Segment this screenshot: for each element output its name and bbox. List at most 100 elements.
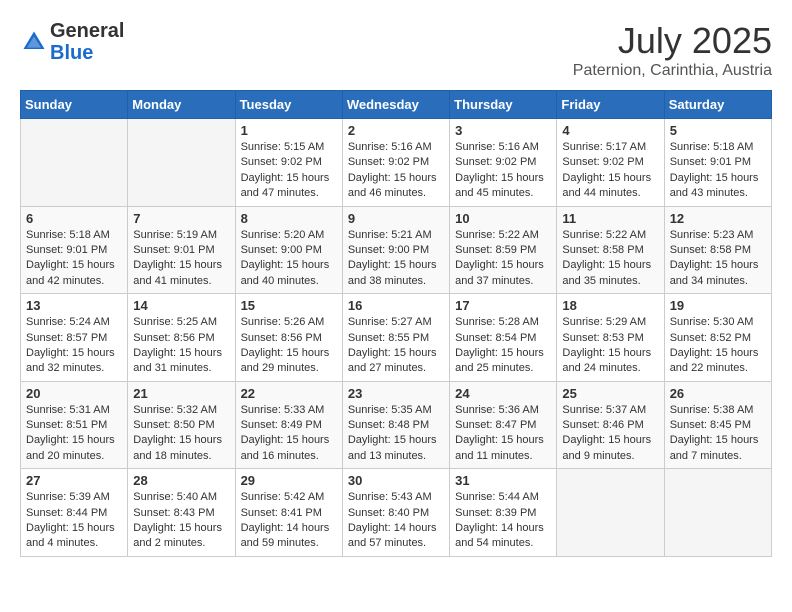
page-header: General Blue July 2025 Paternion, Carint… [20,20,772,80]
day-number: 18 [562,298,658,313]
table-row: 22 Sunrise: 5:33 AMSunset: 8:49 PMDayligh… [235,381,342,469]
table-row: 6 Sunrise: 5:18 AMSunset: 9:01 PMDaylight… [21,206,128,294]
calendar-week-row: 1 Sunrise: 5:15 AMSunset: 9:02 PMDaylight… [21,119,772,207]
day-detail: Sunrise: 5:33 AMSunset: 8:49 PMDaylight:… [241,403,337,465]
table-row: 11 Sunrise: 5:22 AMSunset: 8:58 PMDayligh… [557,206,664,294]
day-detail: Sunrise: 5:16 AMSunset: 9:02 PMDaylight:… [348,140,444,202]
day-number: 10 [455,211,551,226]
col-tuesday: Tuesday [235,91,342,119]
day-detail: Sunrise: 5:42 AMSunset: 8:41 PMDaylight:… [241,490,337,552]
day-detail: Sunrise: 5:15 AMSunset: 9:02 PMDaylight:… [241,140,337,202]
table-row: 2 Sunrise: 5:16 AMSunset: 9:02 PMDaylight… [342,119,449,207]
day-detail: Sunrise: 5:32 AMSunset: 8:50 PMDaylight:… [133,403,229,465]
table-row: 5Sunrise: 5:18 AMSunset: 9:01 PMDaylight… [664,119,771,207]
day-number: 1 [241,123,337,138]
table-row: 21 Sunrise: 5:32 AMSunset: 8:50 PMDayligh… [128,381,235,469]
day-number: 19 [670,298,766,313]
day-number: 29 [241,473,337,488]
table-row: 4Sunrise: 5:17 AMSunset: 9:02 PMDaylight… [557,119,664,207]
day-number: 5 [670,123,766,138]
day-number: 13 [26,298,122,313]
table-row: 19 Sunrise: 5:30 AMSunset: 8:52 PMDayligh… [664,294,771,382]
day-detail: Sunrise: 5:37 AMSunset: 8:46 PMDaylight:… [562,403,658,465]
table-row: 14Sunrise: 5:25 AMSunset: 8:56 PMDayligh… [128,294,235,382]
table-row: 17 Sunrise: 5:28 AMSunset: 8:54 PMDayligh… [450,294,557,382]
logo-icon [20,28,48,56]
table-row [128,119,235,207]
logo-general: General [50,20,124,42]
calendar-table: Sunday Monday Tuesday Wednesday Thursday… [20,90,772,557]
table-row: 10 Sunrise: 5:22 AMSunset: 8:59 PMDayligh… [450,206,557,294]
table-row: 25Sunrise: 5:37 AMSunset: 8:46 PMDayligh… [557,381,664,469]
calendar-week-row: 6 Sunrise: 5:18 AMSunset: 9:01 PMDaylight… [21,206,772,294]
day-number: 21 [133,386,229,401]
day-detail: Sunrise: 5:39 AMSunset: 8:44 PMDaylight:… [26,490,122,552]
day-detail: Sunrise: 5:22 AMSunset: 8:58 PMDaylight:… [562,228,658,290]
col-friday: Friday [557,91,664,119]
day-detail: Sunrise: 5:30 AMSunset: 8:52 PMDaylight:… [670,315,766,377]
logo-text: General Blue [50,20,124,64]
day-detail: Sunrise: 5:26 AMSunset: 8:56 PMDaylight:… [241,315,337,377]
table-row: 16Sunrise: 5:27 AMSunset: 8:55 PMDayligh… [342,294,449,382]
day-detail: Sunrise: 5:23 AMSunset: 8:58 PMDaylight:… [670,228,766,290]
col-wednesday: Wednesday [342,91,449,119]
col-sunday: Sunday [21,91,128,119]
logo-blue: Blue [50,42,124,64]
title-block: July 2025 Paternion, Carinthia, Austria [573,20,772,80]
day-detail: Sunrise: 5:18 AMSunset: 9:01 PMDaylight:… [26,228,122,290]
day-detail: Sunrise: 5:21 AMSunset: 9:00 PMDaylight:… [348,228,444,290]
table-row: 31Sunrise: 5:44 AMSunset: 8:39 PMDayligh… [450,469,557,557]
table-row: 20 Sunrise: 5:31 AMSunset: 8:51 PMDayligh… [21,381,128,469]
table-row: 18 Sunrise: 5:29 AMSunset: 8:53 PMDayligh… [557,294,664,382]
month-year: July 2025 [573,20,772,62]
table-row: 13 Sunrise: 5:24 AMSunset: 8:57 PMDayligh… [21,294,128,382]
location: Paternion, Carinthia, Austria [573,62,772,80]
day-number: 2 [348,123,444,138]
day-detail: Sunrise: 5:20 AMSunset: 9:00 PMDaylight:… [241,228,337,290]
day-detail: Sunrise: 5:43 AMSunset: 8:40 PMDaylight:… [348,490,444,552]
day-number: 26 [670,386,766,401]
day-detail: Sunrise: 5:24 AMSunset: 8:57 PMDaylight:… [26,315,122,377]
table-row: 3 Sunrise: 5:16 AMSunset: 9:02 PMDaylight… [450,119,557,207]
table-row [21,119,128,207]
day-number: 22 [241,386,337,401]
table-row: 23 Sunrise: 5:35 AMSunset: 8:48 PMDayligh… [342,381,449,469]
day-detail: Sunrise: 5:28 AMSunset: 8:54 PMDaylight:… [455,315,551,377]
calendar-week-row: 27 Sunrise: 5:39 AMSunset: 8:44 PMDayligh… [21,469,772,557]
day-number: 4 [562,123,658,138]
day-number: 17 [455,298,551,313]
day-number: 14 [133,298,229,313]
day-number: 28 [133,473,229,488]
day-detail: Sunrise: 5:19 AMSunset: 9:01 PMDaylight:… [133,228,229,290]
day-number: 6 [26,211,122,226]
day-number: 3 [455,123,551,138]
day-number: 20 [26,386,122,401]
table-row: 15Sunrise: 5:26 AMSunset: 8:56 PMDayligh… [235,294,342,382]
day-number: 7 [133,211,229,226]
calendar-week-row: 20 Sunrise: 5:31 AMSunset: 8:51 PMDayligh… [21,381,772,469]
day-detail: Sunrise: 5:38 AMSunset: 8:45 PMDaylight:… [670,403,766,465]
day-number: 8 [241,211,337,226]
table-row [664,469,771,557]
table-row: 9 Sunrise: 5:21 AMSunset: 9:00 PMDaylight… [342,206,449,294]
day-detail: Sunrise: 5:27 AMSunset: 8:55 PMDaylight:… [348,315,444,377]
day-detail: Sunrise: 5:35 AMSunset: 8:48 PMDaylight:… [348,403,444,465]
day-detail: Sunrise: 5:29 AMSunset: 8:53 PMDaylight:… [562,315,658,377]
table-row: 7 Sunrise: 5:19 AMSunset: 9:01 PMDaylight… [128,206,235,294]
calendar-week-row: 13 Sunrise: 5:24 AMSunset: 8:57 PMDayligh… [21,294,772,382]
day-detail: Sunrise: 5:31 AMSunset: 8:51 PMDaylight:… [26,403,122,465]
table-row: 27 Sunrise: 5:39 AMSunset: 8:44 PMDayligh… [21,469,128,557]
calendar-header-row: Sunday Monday Tuesday Wednesday Thursday… [21,91,772,119]
day-number: 31 [455,473,551,488]
day-number: 30 [348,473,444,488]
day-detail: Sunrise: 5:22 AMSunset: 8:59 PMDaylight:… [455,228,551,290]
day-number: 23 [348,386,444,401]
table-row: 28 Sunrise: 5:40 AMSunset: 8:43 PMDayligh… [128,469,235,557]
day-number: 9 [348,211,444,226]
day-number: 27 [26,473,122,488]
logo: General Blue [20,20,124,64]
day-detail: Sunrise: 5:16 AMSunset: 9:02 PMDaylight:… [455,140,551,202]
day-detail: Sunrise: 5:40 AMSunset: 8:43 PMDaylight:… [133,490,229,552]
day-number: 11 [562,211,658,226]
col-saturday: Saturday [664,91,771,119]
